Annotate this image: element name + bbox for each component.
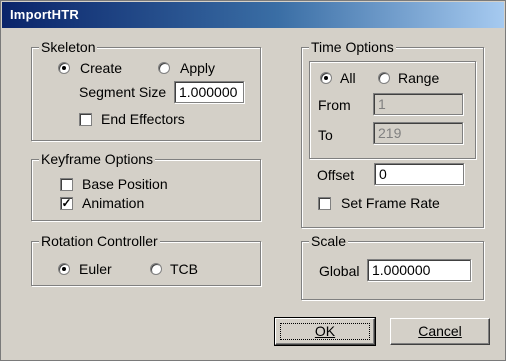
radio-dot (324, 76, 328, 80)
range-radio[interactable] (378, 72, 390, 84)
set-frame-rate-label[interactable]: Set Frame Rate (341, 195, 440, 211)
global-label: Global (319, 263, 360, 279)
range-label[interactable]: Range (398, 70, 439, 86)
tcb-radio[interactable] (150, 263, 162, 275)
animation-checkbox[interactable]: ✓ (60, 197, 73, 210)
end-effectors-label[interactable]: End Effectors (101, 111, 185, 127)
checkmark-icon: ✓ (61, 196, 72, 210)
global-scale-input[interactable]: 1.000000 (367, 259, 471, 281)
to-input[interactable]: 219 (373, 122, 463, 144)
from-input[interactable]: 1 (373, 93, 463, 115)
ok-button[interactable]: OK (274, 317, 376, 346)
tcb-label[interactable]: TCB (170, 261, 198, 277)
create-radio[interactable] (58, 62, 70, 74)
scale-legend: Scale (309, 233, 349, 249)
cancel-button-label: Cancel (418, 323, 462, 339)
base-position-label[interactable]: Base Position (82, 176, 168, 192)
import-htr-dialog: ImportHTR Skeleton Create Apply Segment … (0, 0, 506, 361)
time-options-legend: Time Options (309, 39, 396, 55)
radio-dot (62, 267, 66, 271)
euler-radio[interactable] (58, 263, 70, 275)
animation-label[interactable]: Animation (82, 195, 144, 211)
ok-button-label: OK (314, 323, 336, 339)
segment-size-input[interactable]: 1.000000 (174, 81, 244, 103)
window-title: ImportHTR (10, 7, 79, 22)
skeleton-legend: Skeleton (39, 39, 98, 55)
from-label: From (318, 97, 351, 113)
base-position-checkbox[interactable] (60, 178, 73, 191)
cancel-button[interactable]: Cancel (390, 318, 490, 345)
set-frame-rate-checkbox[interactable] (318, 197, 331, 210)
all-radio[interactable] (320, 72, 332, 84)
to-label: To (318, 127, 333, 143)
radio-dot (62, 66, 66, 70)
title-bar[interactable]: ImportHTR (2, 2, 504, 28)
keyframe-options-legend: Keyframe Options (39, 151, 156, 167)
offset-input[interactable]: 0 (374, 163, 464, 185)
segment-size-label: Segment Size (79, 84, 167, 100)
all-label[interactable]: All (340, 70, 356, 86)
apply-radio[interactable] (158, 62, 170, 74)
create-label[interactable]: Create (80, 60, 122, 76)
rotation-controller-legend: Rotation Controller (39, 233, 160, 249)
apply-label[interactable]: Apply (180, 60, 215, 76)
offset-label: Offset (317, 167, 355, 183)
end-effectors-checkbox[interactable] (79, 113, 92, 126)
euler-label[interactable]: Euler (79, 261, 112, 277)
